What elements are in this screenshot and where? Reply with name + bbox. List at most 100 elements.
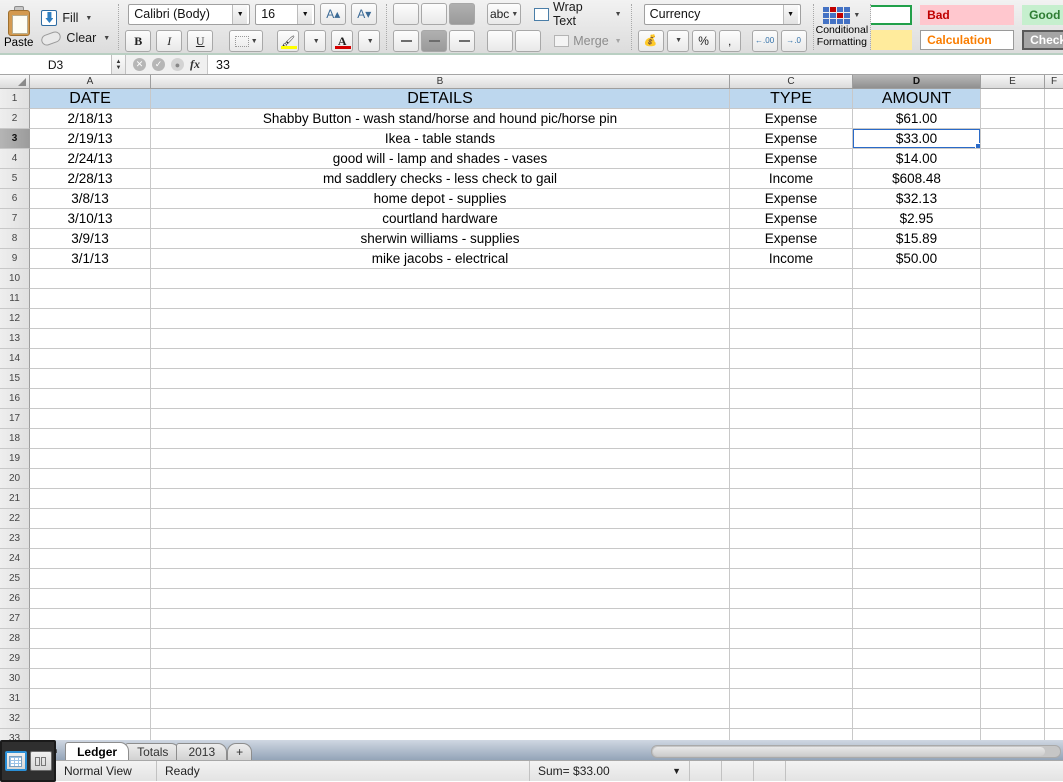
- cell-F21[interactable]: [1045, 489, 1063, 509]
- row-header-14[interactable]: 14: [0, 349, 30, 369]
- align-right-button[interactable]: [449, 30, 475, 52]
- cell-D31[interactable]: [853, 689, 981, 709]
- increase-indent-button[interactable]: [515, 30, 541, 52]
- cell-C32[interactable]: [730, 709, 853, 729]
- cell-E5[interactable]: [981, 169, 1045, 189]
- row-header-26[interactable]: 26: [0, 589, 30, 609]
- currency-format-button[interactable]: 💰: [638, 30, 664, 52]
- cell-E10[interactable]: [981, 269, 1045, 289]
- cell-C17[interactable]: [730, 409, 853, 429]
- cell-F30[interactable]: [1045, 669, 1063, 689]
- table-row[interactable]: 63/8/13home depot - suppliesExpense$32.1…: [0, 189, 1063, 209]
- cell-C31[interactable]: [730, 689, 853, 709]
- row-header-1[interactable]: 1: [0, 89, 30, 109]
- cell-E9[interactable]: [981, 249, 1045, 269]
- cell-F29[interactable]: [1045, 649, 1063, 669]
- cell-B20[interactable]: [151, 469, 730, 489]
- row-header-20[interactable]: 20: [0, 469, 30, 489]
- table-row[interactable]: 22/18/13Shabby Button - wash stand/horse…: [0, 109, 1063, 129]
- horizontal-scrollbar[interactable]: [651, 744, 1061, 758]
- style-calculation[interactable]: Calculation: [920, 30, 1014, 50]
- style-check-cell[interactable]: Check Cell: [1022, 30, 1063, 50]
- cell-D5[interactable]: $608.48: [853, 169, 981, 189]
- cell-E31[interactable]: [981, 689, 1045, 709]
- row-header-11[interactable]: 11: [0, 289, 30, 309]
- cell-D28[interactable]: [853, 629, 981, 649]
- table-row[interactable]: 21: [0, 489, 1063, 509]
- cell-E28[interactable]: [981, 629, 1045, 649]
- cell-D15[interactable]: [853, 369, 981, 389]
- cell-C20[interactable]: [730, 469, 853, 489]
- chevron-down-icon[interactable]: ▼: [85, 15, 92, 22]
- font-size-input[interactable]: 16 ▼: [255, 4, 315, 25]
- percent-format-button[interactable]: %: [692, 30, 716, 52]
- cell-A11[interactable]: [30, 289, 151, 309]
- cell-B21[interactable]: [151, 489, 730, 509]
- sheet-tab-2013[interactable]: 2013: [176, 743, 227, 760]
- cell-B28[interactable]: [151, 629, 730, 649]
- cell-C27[interactable]: [730, 609, 853, 629]
- table-row[interactable]: 26: [0, 589, 1063, 609]
- cell-C7[interactable]: Expense: [730, 209, 853, 229]
- table-row[interactable]: 11: [0, 289, 1063, 309]
- cell-C12[interactable]: [730, 309, 853, 329]
- cell-F16[interactable]: [1045, 389, 1063, 409]
- row-header-27[interactable]: 27: [0, 609, 30, 629]
- row-header-9[interactable]: 9: [0, 249, 30, 269]
- column-header-f[interactable]: F: [1045, 75, 1063, 89]
- cell-C9[interactable]: Income: [730, 249, 853, 269]
- cell-F31[interactable]: [1045, 689, 1063, 709]
- cell-B24[interactable]: [151, 549, 730, 569]
- cell-A23[interactable]: [30, 529, 151, 549]
- cell-D3[interactable]: $33.00: [853, 129, 981, 149]
- table-row[interactable]: 32/19/13Ikea - table standsExpense$33.00: [0, 129, 1063, 149]
- cell-A1[interactable]: DATE: [30, 89, 151, 109]
- cell-A20[interactable]: [30, 469, 151, 489]
- align-bottom-button[interactable]: [449, 3, 475, 25]
- cell-E32[interactable]: [981, 709, 1045, 729]
- row-header-2[interactable]: 2: [0, 109, 30, 129]
- cell-F20[interactable]: [1045, 469, 1063, 489]
- cell-B19[interactable]: [151, 449, 730, 469]
- cell-D9[interactable]: $50.00: [853, 249, 981, 269]
- cell-F1[interactable]: [1045, 89, 1063, 109]
- formula-input[interactable]: 33: [208, 55, 1063, 74]
- fill-button[interactable]: Fill ▼: [41, 10, 92, 26]
- cell-E1[interactable]: [981, 89, 1045, 109]
- cell-B7[interactable]: courtland hardware: [151, 209, 730, 229]
- cell-A22[interactable]: [30, 509, 151, 529]
- cell-F18[interactable]: [1045, 429, 1063, 449]
- table-row[interactable]: 17: [0, 409, 1063, 429]
- cell-F14[interactable]: [1045, 349, 1063, 369]
- cell-D14[interactable]: [853, 349, 981, 369]
- table-row[interactable]: 20: [0, 469, 1063, 489]
- cell-A29[interactable]: [30, 649, 151, 669]
- cell-C24[interactable]: [730, 549, 853, 569]
- cell-styles-gallery[interactable]: Normal Bad Good Neutral Calculation Chec…: [871, 0, 1063, 55]
- cell-B31[interactable]: [151, 689, 730, 709]
- row-header-6[interactable]: 6: [0, 189, 30, 209]
- cell-D17[interactable]: [853, 409, 981, 429]
- cell-F11[interactable]: [1045, 289, 1063, 309]
- cell-D24[interactable]: [853, 549, 981, 569]
- table-row[interactable]: 52/28/13md saddlery checks - less check …: [0, 169, 1063, 189]
- cell-E27[interactable]: [981, 609, 1045, 629]
- cell-A6[interactable]: 3/8/13: [30, 189, 151, 209]
- conditional-formatting-button[interactable]: ▼ Conditional Formatting: [814, 0, 871, 55]
- cell-A24[interactable]: [30, 549, 151, 569]
- chevron-down-icon[interactable]: ▼: [511, 11, 518, 18]
- cell-A7[interactable]: 3/10/13: [30, 209, 151, 229]
- cell-D33[interactable]: [853, 729, 981, 740]
- cell-C28[interactable]: [730, 629, 853, 649]
- cell-E23[interactable]: [981, 529, 1045, 549]
- cell-E6[interactable]: [981, 189, 1045, 209]
- column-header-e[interactable]: E: [981, 75, 1045, 89]
- cell-D20[interactable]: [853, 469, 981, 489]
- cell-A25[interactable]: [30, 569, 151, 589]
- row-header-29[interactable]: 29: [0, 649, 30, 669]
- add-sheet-button[interactable]: +: [227, 743, 252, 760]
- table-row[interactable]: 28: [0, 629, 1063, 649]
- cell-B17[interactable]: [151, 409, 730, 429]
- chevron-down-icon[interactable]: ▼: [853, 12, 860, 19]
- row-header-17[interactable]: 17: [0, 409, 30, 429]
